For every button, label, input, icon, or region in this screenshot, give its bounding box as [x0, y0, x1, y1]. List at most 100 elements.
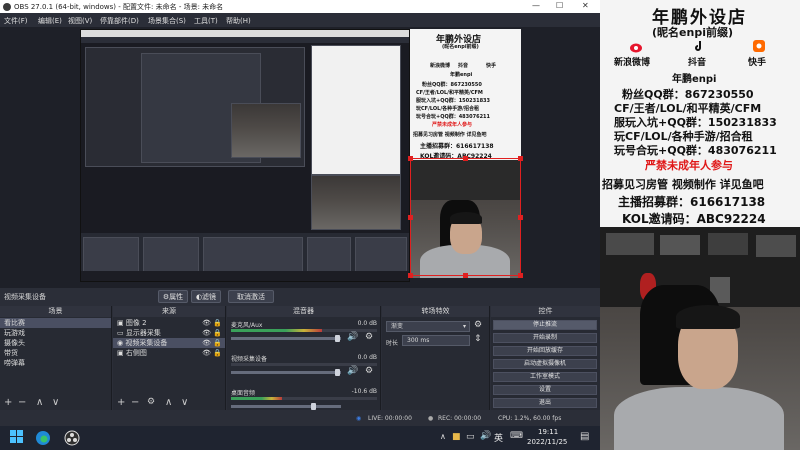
volume-slider-knob[interactable]	[335, 369, 340, 376]
scene-item[interactable]: 玩游戏	[0, 328, 111, 338]
speaker-icon[interactable]: 🔊	[347, 332, 358, 342]
resize-handle[interactable]	[518, 156, 523, 161]
move-down-icon[interactable]: ∨	[52, 397, 59, 408]
poster-social-kuaishou: 快手	[486, 63, 497, 69]
duration-stepper[interactable]: ⇕	[474, 334, 482, 344]
move-up-icon[interactable]: ∧	[36, 397, 43, 408]
close-button[interactable]: ✕	[582, 1, 589, 10]
scene-item[interactable]: 摄像头	[0, 338, 111, 348]
source-item[interactable]: ▭ 显示器采集 👁 🔒	[113, 328, 225, 338]
poster-warning: 严禁未成年人参与	[432, 122, 473, 128]
settings-button[interactable]: 设置	[493, 385, 597, 395]
move-up-icon[interactable]: ∧	[165, 397, 172, 408]
start-replay-buffer-button[interactable]: 开始回放缓存	[493, 346, 597, 356]
live-time: LIVE: 00:00:00	[368, 415, 412, 422]
studio-mode-button[interactable]: 工作室模式	[493, 372, 597, 382]
minimize-button[interactable]: —	[532, 1, 540, 10]
gear-icon[interactable]: ⚙	[365, 366, 373, 376]
volume-slider[interactable]	[231, 337, 341, 340]
eye-icon[interactable]: 👁	[202, 338, 211, 348]
windows-start-icon[interactable]	[10, 430, 26, 446]
chevron-up-icon[interactable]: ∧	[440, 432, 446, 441]
input-method[interactable]: 英	[494, 431, 503, 444]
channel-db: -10.6 dB	[351, 388, 377, 395]
clock-time[interactable]: 19:11	[538, 428, 558, 436]
lock-icon[interactable]: 🔒	[213, 328, 222, 338]
volume-slider[interactable]	[231, 371, 341, 374]
notification-icon[interactable]: ▤	[580, 431, 589, 442]
menu-view[interactable]: 视图(V)	[68, 16, 92, 26]
add-icon[interactable]: +	[117, 397, 125, 408]
source-toolbar: 视频采集设备 ⚙属性 ◐滤镜 取消激活	[0, 288, 600, 305]
duration-input[interactable]: 300 ms	[402, 335, 470, 346]
transition-select[interactable]: 渐变 ▾	[386, 321, 470, 332]
eye-icon[interactable]: 👁	[202, 318, 211, 328]
scene-item[interactable]: 带货	[0, 348, 111, 358]
clock-date[interactable]: 2022/11/25	[527, 438, 567, 446]
source-label: 显示器采集	[125, 329, 161, 337]
gear-icon[interactable]: ⚙	[365, 332, 373, 342]
maximize-button[interactable]: ☐	[556, 1, 563, 10]
speaker-icon[interactable]: 🔊	[347, 366, 358, 376]
volume-slider[interactable]	[231, 405, 341, 408]
source-item[interactable]: ◉ 视频采集设备 👁 🔒	[113, 338, 225, 348]
resize-handle[interactable]	[463, 273, 468, 278]
resize-handle[interactable]	[408, 273, 413, 278]
menu-help[interactable]: 帮助(H)	[226, 16, 251, 26]
start-virtual-camera-button[interactable]: 启动虚拟摄像机	[493, 359, 597, 369]
gear-icon[interactable]: ⚙	[474, 320, 482, 330]
lock-icon[interactable]: 🔒	[213, 318, 222, 328]
volume-slider-knob[interactable]	[311, 403, 316, 410]
resize-handle[interactable]	[408, 156, 413, 161]
menu-tools[interactable]: 工具(T)	[194, 16, 218, 26]
stop-streaming-button[interactable]: 停止推流	[493, 320, 597, 330]
source-item[interactable]: ▣ 图像 2 👁 🔒	[113, 318, 225, 328]
resize-handle[interactable]	[463, 156, 468, 161]
remove-icon[interactable]: −	[18, 397, 26, 408]
source-label: 视频采集设备	[125, 339, 168, 347]
poster-social-douyin: 抖音	[458, 63, 469, 69]
exit-button[interactable]: 退出	[493, 398, 597, 408]
eye-icon[interactable]: 👁	[202, 328, 211, 338]
rec-icon: ●	[428, 415, 434, 422]
input-mode-icon[interactable]: ⌨	[510, 431, 523, 441]
poster-line: 主播招募群：616617138	[420, 143, 494, 150]
selection-frame[interactable]	[408, 156, 523, 278]
lock-icon[interactable]: 🔒	[213, 338, 222, 348]
poster-subtitle: (昵名enpi前缀)	[442, 44, 479, 50]
scene-item[interactable]: 看比赛	[0, 318, 111, 328]
folder-icon[interactable]: ■	[452, 432, 461, 442]
volume-slider-knob[interactable]	[335, 335, 340, 342]
resize-handle[interactable]	[408, 215, 413, 220]
deactivate-button[interactable]: 取消激活	[228, 290, 274, 303]
obs-taskbar-icon[interactable]	[64, 430, 80, 446]
gear-icon[interactable]: ⚙	[147, 397, 155, 407]
selected-source-label: 视频采集设备	[4, 293, 46, 301]
start-recording-button[interactable]: 开始录制	[493, 333, 597, 343]
menu-scene-collection[interactable]: 场景集合(S)	[148, 16, 186, 26]
lock-icon[interactable]: 🔒	[213, 348, 222, 358]
edge-browser-icon[interactable]	[35, 430, 51, 446]
volume-icon[interactable]: 🔊	[480, 431, 491, 441]
eye-icon[interactable]: 👁	[202, 348, 211, 358]
properties-button[interactable]: ⚙属性	[158, 290, 188, 303]
remove-icon[interactable]: −	[131, 397, 139, 408]
poster-line: 粉丝QQ群：867230550	[422, 82, 482, 88]
douyin-icon	[694, 40, 706, 52]
menu-file[interactable]: 文件(F)	[4, 16, 28, 26]
scene-item[interactable]: 唠弹幕	[0, 358, 111, 368]
poster-subtitle: (昵名enpi前缀)	[652, 26, 733, 39]
cpu-fps: CPU: 1.2%, 60.00 fps	[498, 415, 562, 422]
controls-header: 控件	[491, 306, 600, 317]
source-item[interactable]: ▣ 右侧图 👁 🔒	[113, 348, 225, 358]
add-icon[interactable]: +	[4, 397, 12, 408]
resize-handle[interactable]	[518, 215, 523, 220]
resize-handle[interactable]	[518, 273, 523, 278]
network-icon[interactable]: ▭	[466, 432, 475, 442]
move-down-icon[interactable]: ∨	[181, 397, 188, 408]
channel-name: 麦克风/Aux	[231, 322, 263, 329]
filters-button[interactable]: ◐滤镜	[191, 290, 221, 303]
preview-canvas[interactable]: 年鹏外设店 (昵名enpi前缀) 新浪微博 抖音 快手 年鹏enpi 粉丝QQ群…	[0, 27, 600, 288]
menu-edit[interactable]: 编辑(E)	[38, 16, 62, 26]
menu-docks[interactable]: 停靠部件(D)	[100, 16, 139, 26]
